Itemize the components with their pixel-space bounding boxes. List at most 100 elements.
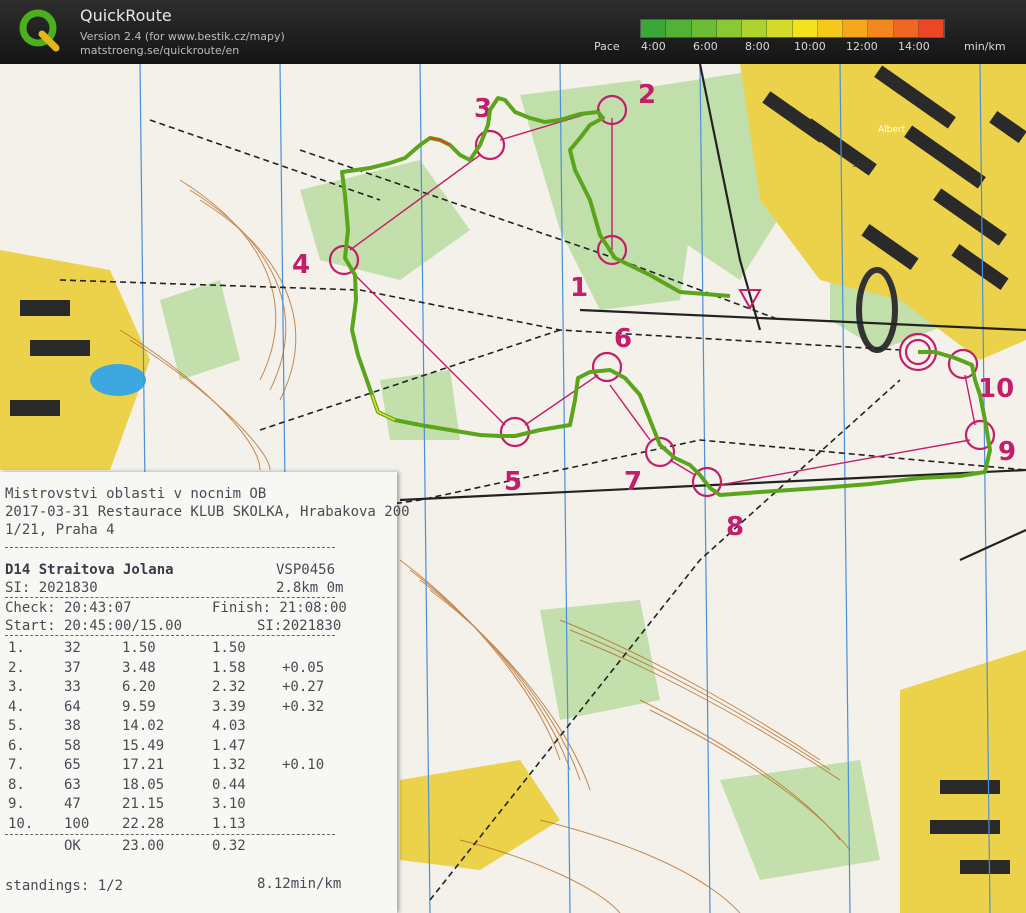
time-loss: +0.10	[282, 757, 325, 773]
leg-time: 1.13	[212, 815, 246, 832]
orienteering-map[interactable]: 1 2 3 4 5 6 7 8 9 10 Albert Skolka Mistr…	[0, 64, 1026, 913]
cumulative-time: 22.28	[122, 815, 165, 832]
split-row: 6. 58 15.49 1.47	[0, 738, 397, 756]
event-name: Mistrovstvi oblasti v nocnim OB	[5, 486, 267, 502]
si-split-receipt: Mistrovstvi oblasti v nocnim OB 2017-03-…	[0, 472, 410, 913]
leg-time: 1.50	[212, 640, 246, 656]
leg-time: 0.44	[212, 776, 246, 793]
split-row: 9. 47 21.15 3.10	[0, 796, 397, 814]
control-number: 4	[292, 250, 310, 280]
ok-label: OK	[64, 838, 81, 854]
split-row: 2. 37 3.48 1.58 +0.05	[0, 660, 397, 678]
time-loss: +0.32	[282, 698, 325, 715]
pace-label: Pace	[594, 40, 620, 53]
ok-leg-time: 0.32	[212, 838, 246, 854]
pace-tick: 6:00	[693, 40, 718, 53]
cumulative-time: 6.20	[122, 679, 156, 695]
control-code: 47	[64, 796, 81, 812]
time-loss: +0.27	[282, 679, 325, 695]
split-row: 3. 33 6.20 2.32 +0.27	[0, 679, 397, 697]
street-label: Skolka	[852, 161, 875, 169]
split-row: 1. 32 1.50 1.50	[0, 640, 397, 658]
pace-color-swatch	[767, 20, 793, 37]
leg-time: 4.03	[212, 718, 246, 734]
control-code: 32	[64, 640, 81, 656]
cumulative-time: 15.49	[122, 737, 165, 754]
split-row: 7. 65 17.21 1.32 +0.10	[0, 757, 397, 775]
pace-color-swatch	[918, 20, 944, 37]
leg-time: 3.39	[212, 698, 246, 715]
start-time: Start: 20:45:00/15.00	[5, 618, 183, 634]
pace-color-swatch	[691, 20, 717, 37]
cumulative-time: 3.48	[122, 659, 156, 676]
quickroute-logo-icon	[19, 9, 60, 52]
control-code: 38	[64, 718, 81, 734]
split-number: 10.	[8, 815, 34, 832]
version-text: Version 2.4 (for www.bestik.cz/mapy)	[80, 30, 285, 43]
cumulative-time: 18.05	[122, 776, 165, 793]
street-label: Albert	[878, 125, 906, 135]
event-date-venue: 2017-03-31 Restaurace KLUB SKOLKA, Hraba…	[5, 504, 410, 520]
check-time: Check: 20:43:07	[5, 600, 132, 616]
pace-color-swatch	[792, 20, 818, 37]
leg-time: 3.10	[212, 796, 246, 812]
pace-tick: 8:00	[745, 40, 770, 53]
event-address: 1/21, Praha 4	[5, 522, 115, 538]
control-code: 33	[64, 679, 81, 695]
split-row: 8. 63 18.05 0.44	[0, 777, 397, 795]
pond	[90, 364, 146, 396]
leg-time: 1.32	[212, 757, 246, 773]
si-number-2: SI:2021830	[257, 618, 342, 634]
pace-tick: 10:00	[794, 40, 826, 53]
control-number: 6	[614, 324, 632, 354]
split-row: 5. 38 14.02 4.03	[0, 718, 397, 736]
control-code: 64	[64, 698, 81, 715]
control-code: 63	[64, 776, 81, 793]
cumulative-time: 14.02	[122, 718, 165, 734]
split-row: 10. 100 22.28 1.13	[0, 816, 397, 834]
split-number: 3.	[8, 679, 25, 695]
finish-time: Finish: 21:08:00	[212, 600, 347, 616]
split-number: 9.	[8, 796, 25, 812]
divider	[5, 547, 335, 548]
divider	[5, 635, 335, 636]
app-header: QuickRoute Version 2.4 (for www.bestik.c…	[0, 0, 1026, 64]
time-loss: +0.05	[282, 659, 325, 676]
control-number: 1	[570, 273, 588, 303]
app-title: QuickRoute	[80, 6, 172, 25]
split-number: 7.	[8, 757, 25, 773]
pace-color-swatch	[742, 20, 768, 37]
divider	[5, 597, 335, 598]
control-number: 10	[978, 374, 1014, 404]
control-number: 2	[638, 80, 656, 110]
pace-color-scale	[640, 19, 945, 38]
pace-tick: 12:00	[846, 40, 878, 53]
control-number: 7	[624, 467, 642, 497]
competitor-name: D14 Straitova Jolana	[5, 562, 174, 578]
website-text: matstroeng.se/quickroute/en	[80, 44, 240, 57]
split-number: 2.	[8, 659, 25, 676]
pace-color-swatch	[641, 20, 667, 37]
control-number: 5	[504, 467, 522, 497]
pace-color-swatch	[817, 20, 843, 37]
split-number: 4.	[8, 698, 25, 715]
control-number: 8	[726, 512, 744, 542]
split-number: 1.	[8, 640, 25, 656]
ok-total-time: 23.00	[122, 838, 165, 854]
pace-color-swatch	[666, 20, 692, 37]
split-number: 6.	[8, 737, 25, 754]
split-row: 4. 64 9.59 3.39 +0.32	[0, 699, 397, 717]
control-code: 65	[64, 757, 81, 773]
leg-time: 1.58	[212, 659, 246, 676]
cumulative-time: 17.21	[122, 757, 165, 773]
pace-color-swatch	[716, 20, 742, 37]
club-code: VSP0456	[276, 562, 336, 578]
split-number: 5.	[8, 718, 25, 734]
leg-time: 1.47	[212, 737, 246, 754]
pace-unit: min/km	[964, 40, 1006, 53]
average-pace: 8.12min/km	[257, 876, 342, 892]
cumulative-time: 9.59	[122, 698, 156, 715]
divider	[5, 834, 335, 835]
standings: standings: 1/2	[5, 878, 124, 894]
split-number: 8.	[8, 776, 25, 793]
